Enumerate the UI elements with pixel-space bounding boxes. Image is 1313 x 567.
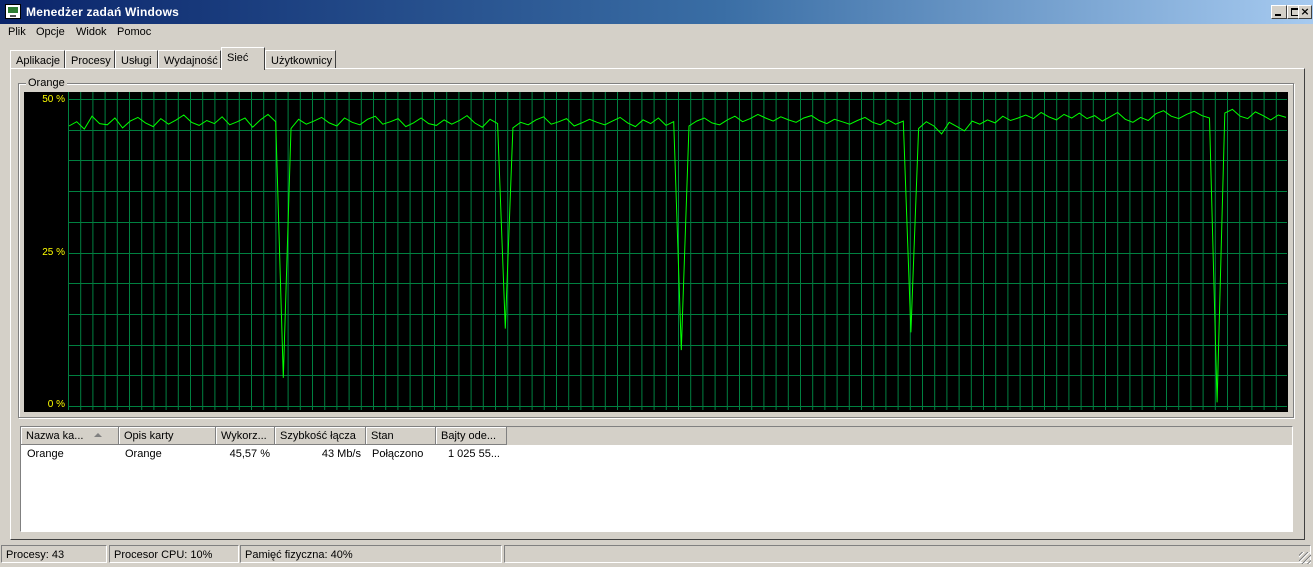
close-button[interactable]: × [1298, 5, 1312, 19]
col-header-usage[interactable]: Wykorz... [216, 427, 275, 445]
status-memory: Pamięć fizyczna: 40% [240, 545, 502, 563]
menu-pomoc[interactable]: Pomoc [117, 26, 151, 38]
col-header-state[interactable]: Stan [366, 427, 436, 445]
status-bar: Procesy: 43 Procesor CPU: 10% Pamięć fiz… [0, 544, 1313, 567]
list-header: Nazwa ka... Opis karty Wykorz... Szybkoś… [21, 427, 1292, 445]
menu-opcje[interactable]: Opcje [36, 26, 65, 38]
col-header-bytes[interactable]: Bajty ode... [436, 427, 507, 445]
menu-bar: Plik Opcje Widok Pomoc [0, 24, 1313, 42]
y-label-bottom: 0 % [47, 399, 65, 410]
y-label-top: 50 % [42, 94, 65, 105]
task-manager-icon [5, 4, 21, 19]
status-empty [504, 545, 1311, 563]
tab-wydajnosc[interactable]: Wydajność [158, 50, 221, 68]
cell-name: Orange [27, 448, 64, 460]
tab-procesy[interactable]: Procesy [65, 50, 115, 68]
cell-desc: Orange [125, 448, 162, 460]
menu-widok[interactable]: Widok [76, 26, 107, 38]
status-processes: Procesy: 43 [1, 545, 107, 563]
status-cpu: Procesor CPU: 10% [109, 545, 239, 563]
tab-uzytkownicy[interactable]: Użytkownicy [265, 50, 336, 68]
tab-uslugi[interactable]: Usługi [115, 50, 158, 68]
cell-usage: 45,57 % [229, 448, 270, 460]
col-header-desc[interactable]: Opis karty [119, 427, 216, 445]
cell-state: Połączono [372, 448, 424, 460]
adapter-graph-label: Orange [26, 77, 67, 89]
col-header-name[interactable]: Nazwa ka... [21, 427, 119, 445]
tab-aplikacje[interactable]: Aplikacje [10, 50, 65, 68]
minimize-button[interactable] [1271, 5, 1287, 19]
cell-bytes: 1 025 55... [448, 448, 500, 460]
y-label-mid: 25 % [42, 247, 65, 258]
adapter-list[interactable]: Nazwa ka... Opis karty Wykorz... Szybkoś… [20, 426, 1293, 532]
title-bar[interactable]: Menedżer zadań Windows × [0, 0, 1313, 24]
close-icon: × [1300, 5, 1310, 18]
tab-siec[interactable]: Sieć [221, 47, 265, 70]
window-title: Menedżer zadań Windows [26, 5, 179, 19]
resize-grip-icon[interactable] [1299, 552, 1311, 564]
network-usage-chart [68, 92, 1287, 410]
sort-ascending-icon [94, 433, 102, 437]
cell-speed: 43 Mb/s [321, 448, 361, 460]
col-header-speed[interactable]: Szybkość łącza [275, 427, 366, 445]
menu-plik[interactable]: Plik [8, 26, 26, 38]
minimize-icon [1275, 14, 1281, 16]
